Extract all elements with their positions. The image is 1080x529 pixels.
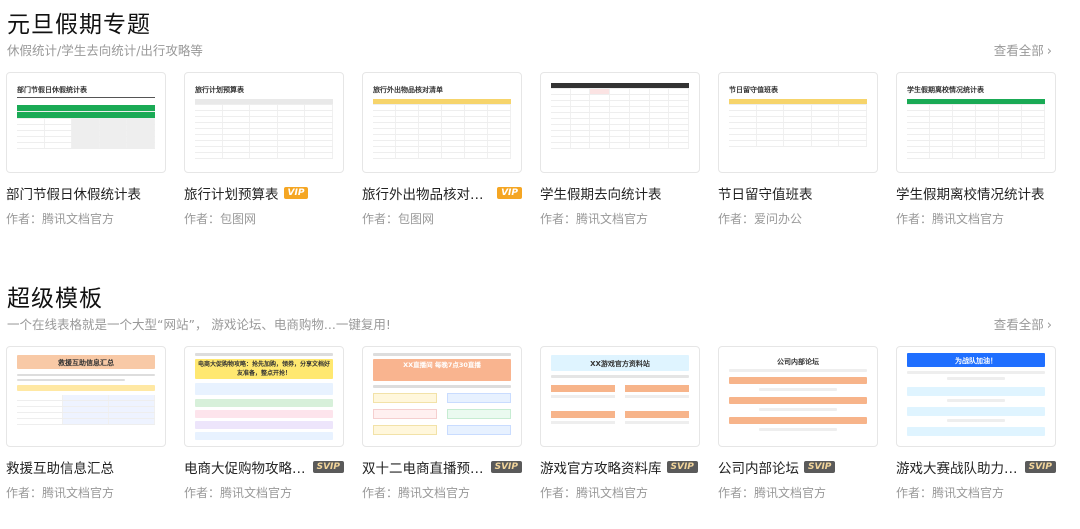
thumbnail-title: 为战队加油！	[955, 357, 997, 365]
view-all-label: 查看全部	[993, 317, 1044, 332]
card-title[interactable]: 学生假期离校情况统计表	[896, 183, 1045, 203]
template-thumbnail[interactable]: 电商大促购物攻略：抢先加购，领券，分享文档好友准备，整点开抢！	[184, 346, 344, 447]
card-author: 作者：腾讯文档官方	[6, 486, 115, 500]
view-all-link[interactable]: 查看全部 ›	[994, 314, 1052, 333]
chevron-right-icon: ›	[1046, 44, 1052, 59]
template-card[interactable]: 学生假期离校情况统计表 学生假期离校情况统计表 作者：腾讯文档官方	[896, 72, 1056, 227]
card-title[interactable]: 公司内部论坛	[718, 457, 799, 477]
template-card[interactable]: 电商大促购物攻略：抢先加购，领券，分享文档好友准备，整点开抢！ 电商大促购物攻略…	[184, 346, 344, 501]
card-author: 作者：爱问办公	[718, 212, 803, 226]
section-subtitle: 休假统计/学生去向统计/出行攻略等	[7, 43, 203, 58]
template-card[interactable]: 学生假期去向统计表 作者：腾讯文档官方	[540, 72, 700, 227]
template-thumbnail[interactable]: 为战队加油！	[896, 346, 1056, 447]
template-card[interactable]: 为战队加油！ 游戏大赛战队助力文档 SVIP 作者：腾讯文档官方	[896, 346, 1056, 501]
vip-badge: VIP	[283, 187, 309, 199]
card-author: 作者：腾讯文档官方	[718, 486, 827, 500]
thumbnail-title: XX直播间 每晚7点30直播	[403, 361, 481, 369]
card-title[interactable]: 旅行外出物品核对清单	[362, 183, 492, 203]
card-title[interactable]: 学生假期去向统计表	[540, 183, 662, 203]
svip-badge: SVIP	[804, 461, 836, 473]
svip-badge: SVIP	[1024, 461, 1056, 473]
template-thumbnail[interactable]: 部门节假日休假统计表	[6, 72, 166, 173]
card-title[interactable]: 节日留守值班表	[718, 183, 813, 203]
thumbnail-title: 公司内部论坛	[777, 358, 819, 366]
template-card[interactable]: 救援互助信息汇总 救援互助信息汇总 作者：腾讯文档官方	[6, 346, 166, 501]
thumbnail-title: 旅行计划预算表	[195, 86, 244, 94]
card-author: 作者：腾讯文档官方	[896, 486, 1005, 500]
svip-badge: SVIP	[312, 461, 344, 473]
template-card[interactable]: 节日留守值班表 节日留守值班表 作者：爱问办公	[718, 72, 878, 227]
section-title: 元旦假期专题	[7, 12, 151, 38]
thumbnail-title: 旅行外出物品核对清单	[373, 86, 443, 94]
card-title[interactable]: 双十二电商直播预告...	[362, 457, 486, 477]
divider	[17, 97, 155, 98]
template-thumbnail[interactable]: 学生假期离校情况统计表	[896, 72, 1056, 173]
vip-badge: VIP	[497, 187, 522, 199]
template-card[interactable]: 部门节假日休假统计表 部门节假日休假统计表 作者：腾讯文档官方	[6, 72, 166, 227]
card-author: 作者：腾讯文档官方	[6, 212, 115, 226]
card-title[interactable]: 游戏官方攻略资料库	[540, 457, 662, 477]
svip-badge: SVIP	[666, 461, 698, 473]
template-thumbnail[interactable]: 节日留守值班表	[718, 72, 878, 173]
view-all-label: 查看全部	[993, 43, 1044, 58]
chevron-right-icon: ›	[1046, 318, 1052, 333]
template-thumbnail[interactable]: 公司内部论坛	[718, 346, 878, 447]
card-author: 作者：腾讯文档官方	[362, 486, 471, 500]
thumbnail-title: 学生假期离校情况统计表	[907, 86, 984, 94]
view-all-link[interactable]: 查看全部 ›	[994, 40, 1052, 59]
template-thumbnail[interactable]: XX游戏官方资料站	[540, 346, 700, 447]
thumbnail-title: 节日留守值班表	[729, 86, 778, 94]
card-author: 作者：腾讯文档官方	[540, 212, 649, 226]
template-thumbnail[interactable]: 救援互助信息汇总	[6, 346, 166, 447]
card-title[interactable]: 电商大促购物攻略商...	[184, 457, 308, 477]
card-author: 作者：包图网	[362, 212, 435, 226]
card-author: 作者：腾讯文档官方	[540, 486, 649, 500]
template-card-list: 部门节假日休假统计表 部门节假日休假统计表 作者：腾讯文档官方 旅行计划预算表	[6, 72, 1076, 232]
thumbnail-title: 部门节假日休假统计表	[17, 86, 87, 94]
card-title[interactable]: 旅行计划预算表	[184, 183, 279, 203]
card-author: 作者：腾讯文档官方	[896, 212, 1005, 226]
thumbnail-title: XX游戏官方资料站	[590, 360, 650, 368]
template-card[interactable]: 公司内部论坛 公司内部论坛 SVIP 作者：腾讯文档官方	[718, 346, 878, 501]
template-card[interactable]: 旅行计划预算表 旅行计划预算表 VIP 作者：包图网	[184, 72, 344, 227]
card-title[interactable]: 游戏大赛战队助力文档	[896, 457, 1020, 477]
template-card[interactable]: XX直播间 每晚7点30直播 双十二电商直播预告... SVIP 作者：腾讯文档官…	[362, 346, 522, 501]
card-author: 作者：包图网	[184, 212, 257, 226]
thumbnail-title: 救援互助信息汇总	[58, 359, 114, 367]
svip-badge: SVIP	[490, 461, 522, 473]
card-title[interactable]: 部门节假日休假统计表	[6, 183, 141, 203]
card-title[interactable]: 救援互助信息汇总	[6, 457, 114, 477]
template-card[interactable]: 旅行外出物品核对清单 旅行外出物品核对清单 VIP 作者：包图网	[362, 72, 522, 227]
template-thumbnail[interactable]: XX直播间 每晚7点30直播	[362, 346, 522, 447]
template-thumbnail[interactable]: 旅行外出物品核对清单	[362, 72, 522, 173]
template-thumbnail[interactable]	[540, 72, 700, 173]
section-title: 超级模板	[7, 286, 103, 312]
template-thumbnail[interactable]: 旅行计划预算表	[184, 72, 344, 173]
section-subtitle: 一个在线表格就是一个大型“网站”， 游戏论坛、电商购物...一键复用!	[7, 317, 391, 332]
template-card-list: 救援互助信息汇总 救援互助信息汇总 作者：腾讯文档官方 电商大促购物攻略：抢先加…	[6, 346, 1076, 506]
thumbnail-title: 电商大促购物攻略：抢先加购，领券，分享文档好友准备，整点开抢！	[197, 361, 330, 377]
card-author: 作者：腾讯文档官方	[184, 486, 293, 500]
template-card[interactable]: XX游戏官方资料站 游戏官方攻略资料库 SVIP 作者：腾讯文档官方	[540, 346, 700, 501]
